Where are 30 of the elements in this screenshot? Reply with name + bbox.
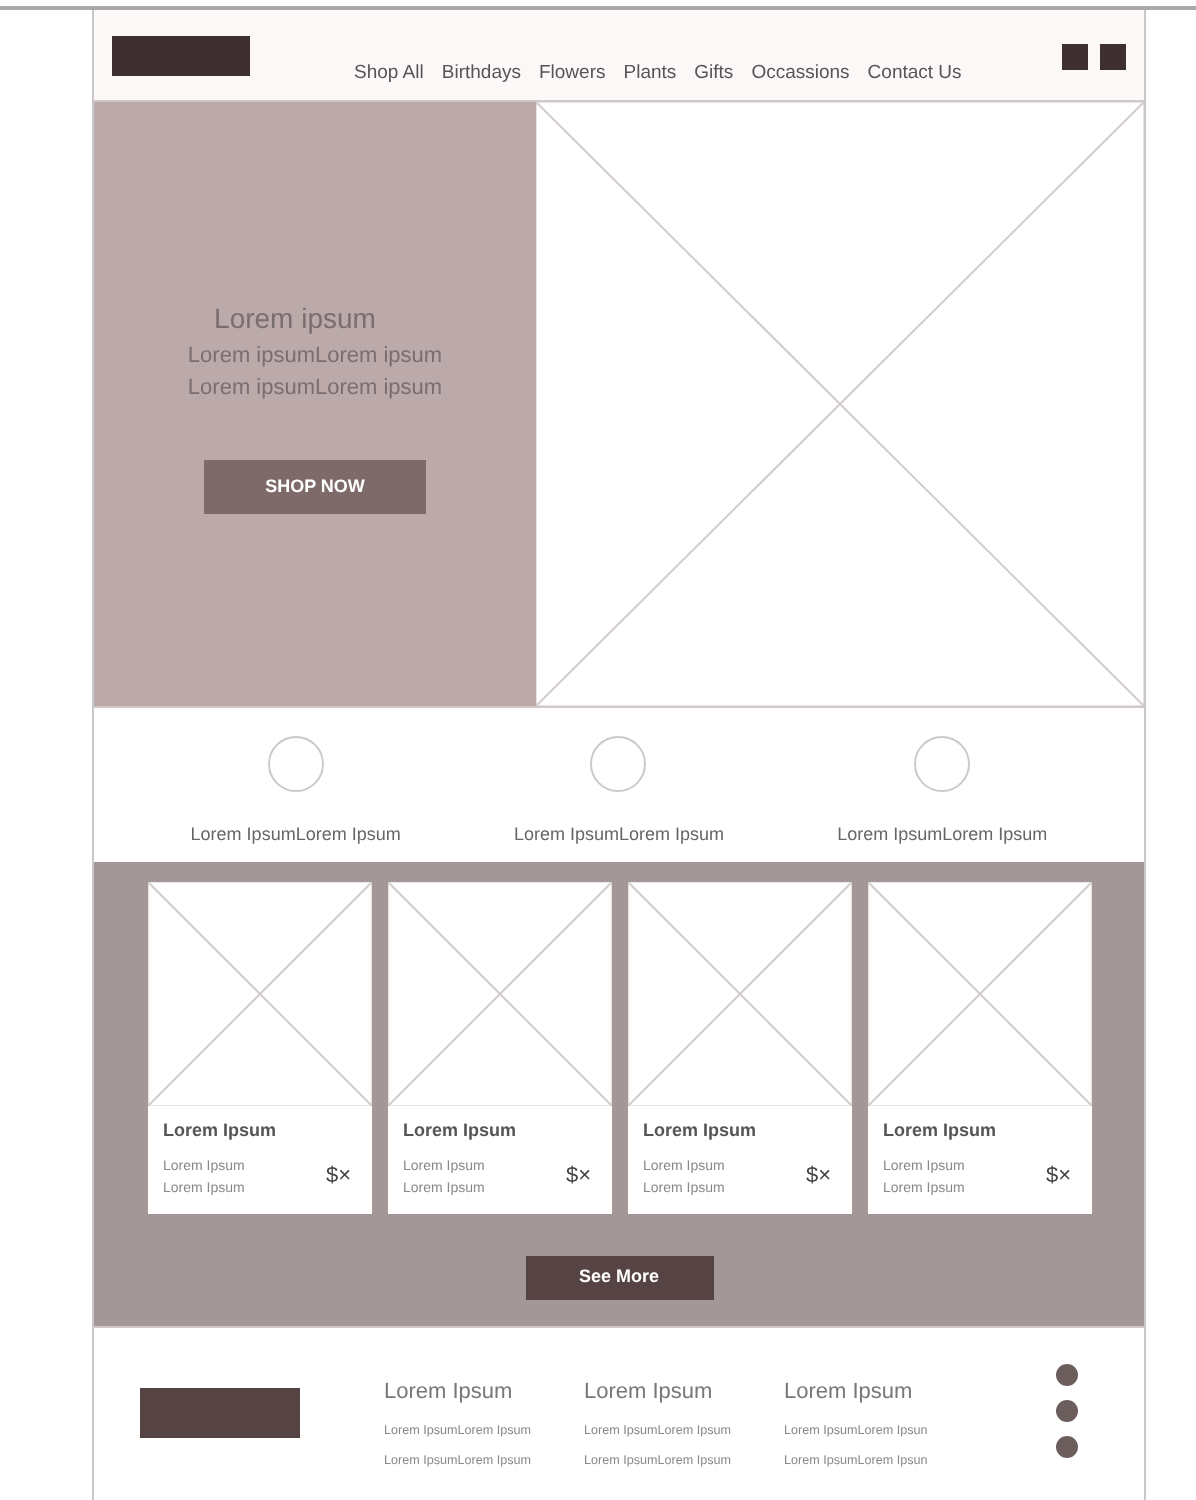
feature-label: Lorem IpsumLorem Ipsum [513, 822, 724, 848]
product-price: $× [1045, 1162, 1071, 1193]
nav-link[interactable]: Flowers [538, 60, 606, 89]
nav-link[interactable]: Contact Us [867, 60, 962, 89]
footer-heading: Lorem Ipsum [384, 1378, 515, 1408]
hero-text: Lorem ipsumLorem ipsum [187, 374, 443, 404]
nav-link[interactable]: Gifts [694, 60, 734, 89]
see-more-button[interactable]: See More [525, 1256, 713, 1300]
product-price: $× [805, 1162, 831, 1193]
feature-label: Lorem IpsumLorem Ipsum [190, 822, 401, 848]
hero-title: Lorem ipsum [214, 300, 376, 338]
logo[interactable] [112, 36, 250, 76]
product-title: Lorem Ipsum [883, 1118, 999, 1144]
product-price: $× [565, 1162, 591, 1193]
feature-label: Lorem IpsumLorem Ipsum [837, 822, 1048, 848]
footer-heading: Lorem Ipsum [584, 1378, 715, 1408]
nav-link[interactable]: Birthdays [441, 60, 521, 89]
product-price: $× [325, 1162, 351, 1193]
shop-now-button[interactable]: SHOP NOW [204, 460, 426, 514]
footer-logo[interactable] [140, 1388, 300, 1438]
nav-link[interactable]: Plants [623, 60, 677, 89]
hero-text: Lorem ipsumLorem ipsum [187, 342, 443, 372]
header-square-icon[interactable] [1062, 44, 1088, 70]
header-square-icon[interactable] [1100, 44, 1126, 70]
product-title: Lorem Ipsum [643, 1118, 759, 1144]
nav-link[interactable]: Occassions [751, 60, 850, 89]
product-title: Lorem Ipsum [403, 1118, 519, 1144]
nav-link[interactable]: Shop All [354, 60, 424, 89]
footer-heading: Lorem Ipsum [784, 1378, 915, 1408]
product-title: Lorem Ipsum [163, 1118, 279, 1144]
